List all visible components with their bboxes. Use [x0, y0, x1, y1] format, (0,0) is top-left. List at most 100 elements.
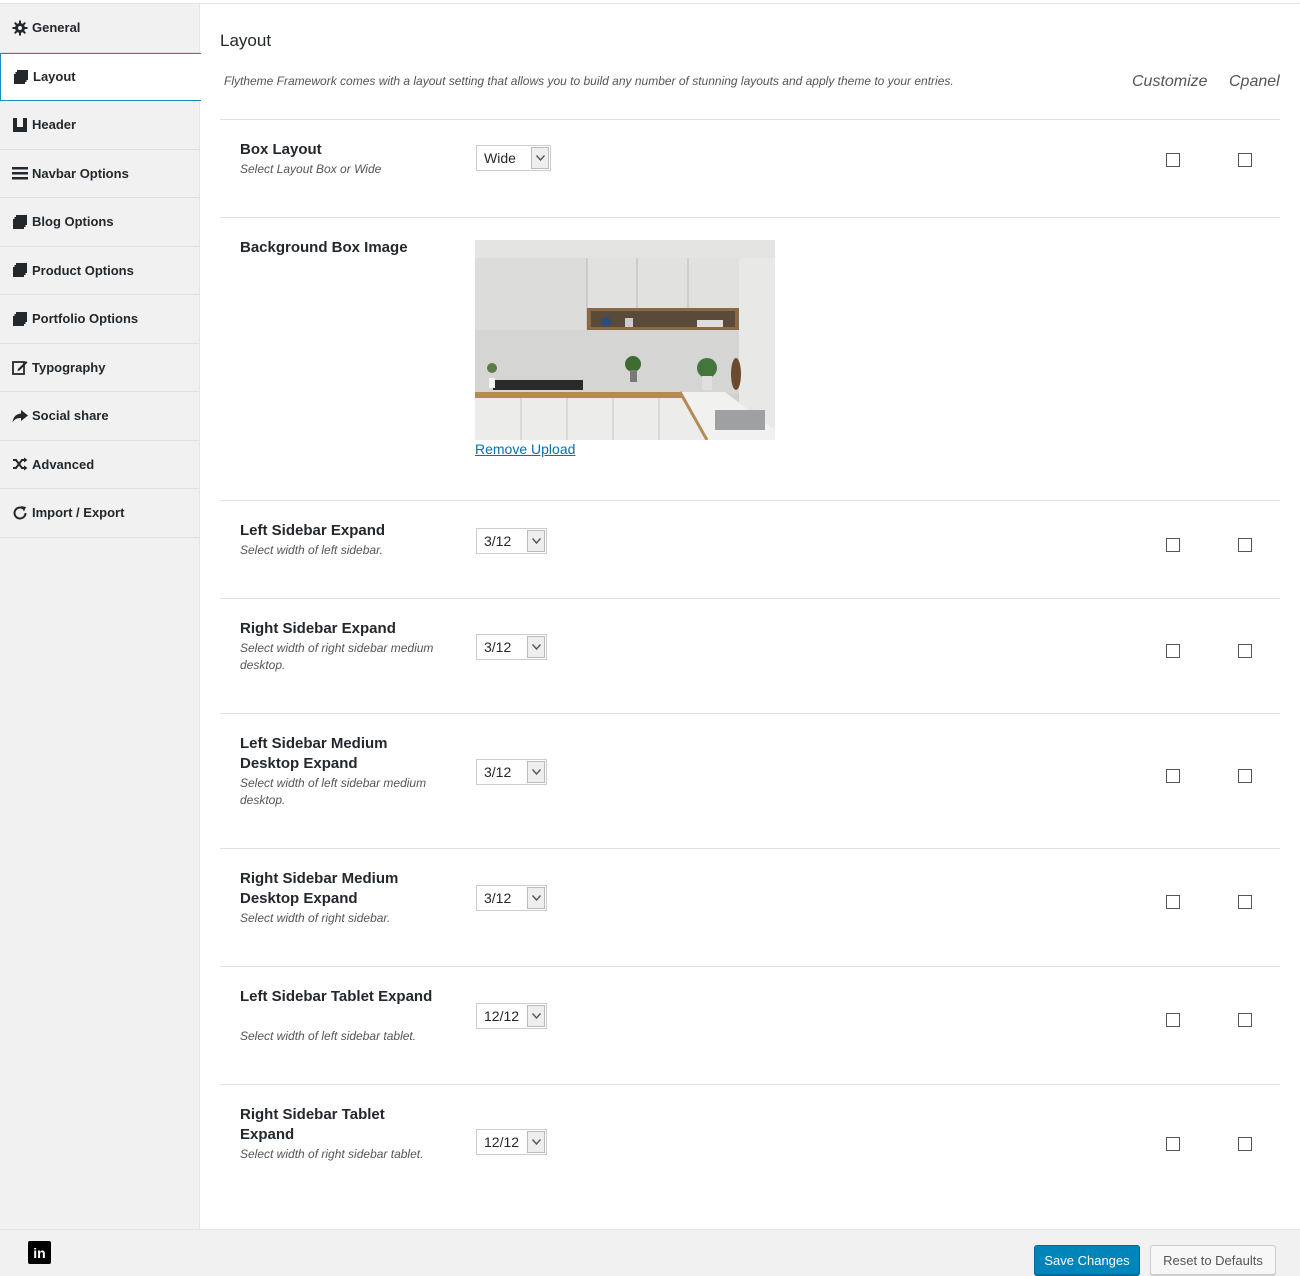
options-panel: Layout Flytheme Framework comes with a l… — [200, 4, 1300, 1229]
edit-icon — [12, 359, 28, 376]
right-sidebar-medium-desktop-select[interactable]: 3/12 — [476, 885, 547, 911]
cpanel-checkbox[interactable] — [1238, 153, 1252, 167]
sidebar-item-advanced[interactable]: Advanced — [0, 441, 199, 489]
select-value: 12/12 — [484, 1008, 520, 1024]
page-title: Layout — [220, 31, 272, 50]
cpanel-checkbox[interactable] — [1238, 538, 1252, 552]
select-value: Wide — [484, 150, 516, 166]
section-description: Flytheme Framework comes with a layout s… — [224, 74, 954, 88]
options-footer: in Save Changes Reset to Defaults — [0, 1229, 1300, 1276]
sidebar-item-label: Typography — [32, 359, 106, 375]
sidebar-item-navbar-options[interactable]: Navbar Options — [0, 150, 199, 198]
chevron-down-icon — [527, 1005, 545, 1027]
select-value: 3/12 — [484, 533, 512, 549]
field-title: Background Box Image — [240, 239, 408, 256]
field-row-left-sidebar-tablet-expand: Left Sidebar Tablet Expand Select width … — [220, 966, 1280, 1084]
customize-column-header: Customize — [1132, 73, 1208, 90]
select-value: 3/12 — [484, 764, 512, 780]
random-icon — [12, 456, 28, 472]
sidebar-item-label: Blog Options — [32, 214, 114, 230]
gear-icon — [12, 20, 28, 36]
field-description: Select width of right sidebar tablet. — [240, 1147, 424, 1161]
field-row-left-sidebar-medium-desktop-expand: Left Sidebar Medium Desktop Expand Selec… — [220, 713, 1280, 848]
left-sidebar-tablet-select[interactable]: 12/12 — [476, 1003, 547, 1029]
sidebar-item-label: Navbar Options — [32, 165, 129, 181]
customize-checkbox[interactable] — [1166, 1137, 1180, 1151]
field-description: Select Layout Box or Wide — [240, 162, 382, 176]
field-row-box-layout: Box Layout Select Layout Box or Wide Wid… — [220, 119, 1280, 217]
right-sidebar-tablet-select[interactable]: 12/12 — [476, 1129, 547, 1155]
copy-icon — [12, 214, 28, 230]
cpanel-checkbox[interactable] — [1238, 769, 1252, 783]
field-description: Select width of right sidebar. — [240, 911, 391, 925]
field-title: Left Sidebar Tablet Expand — [240, 988, 433, 1005]
field-row-background-box-image: Background Box Image Remove Upload — [220, 217, 1280, 500]
options-sidebar: General Layout Header Navbar Options Blo… — [0, 4, 201, 1229]
bars-icon — [12, 165, 28, 181]
sidebar-item-product-options[interactable]: Product Options — [0, 247, 199, 295]
sidebar-item-header[interactable]: Header — [0, 101, 199, 150]
sidebar-item-label: Header — [32, 117, 77, 133]
select-value: 12/12 — [484, 1134, 520, 1150]
chevron-down-icon — [527, 636, 545, 658]
cpanel-checkbox[interactable] — [1238, 1137, 1252, 1151]
cpanel-checkbox[interactable] — [1238, 644, 1252, 658]
left-sidebar-medium-desktop-select[interactable]: 3/12 — [476, 759, 547, 785]
field-title: Box Layout — [240, 141, 322, 158]
field-row-right-sidebar-tablet-expand: Right Sidebar Tablet Expand Select width… — [220, 1084, 1280, 1224]
customize-checkbox[interactable] — [1166, 644, 1180, 658]
background-image-preview — [475, 240, 775, 440]
box-layout-select[interactable]: Wide — [476, 145, 551, 171]
chevron-down-icon — [531, 147, 549, 169]
chevron-down-icon — [527, 761, 545, 783]
field-title: Right Sidebar Tablet Expand — [240, 1106, 385, 1143]
cpanel-checkbox[interactable] — [1238, 1013, 1252, 1027]
linkedin-icon[interactable]: in — [28, 1241, 51, 1264]
field-description: Select width of left sidebar tablet. — [240, 1029, 417, 1043]
right-sidebar-expand-select[interactable]: 3/12 — [476, 634, 547, 660]
cpanel-column-header: Cpanel — [1229, 73, 1280, 90]
field-description: Select width of left sidebar. — [240, 543, 383, 557]
cpanel-checkbox[interactable] — [1238, 895, 1252, 909]
field-row-right-sidebar-medium-desktop-expand: Right Sidebar Medium Desktop Expand Sele… — [220, 848, 1280, 966]
save-changes-button[interactable]: Save Changes — [1034, 1245, 1140, 1275]
sidebar-item-layout[interactable]: Layout — [0, 52, 201, 101]
chevron-down-icon — [527, 1131, 545, 1153]
chevron-down-icon — [527, 530, 545, 552]
refresh-icon — [12, 505, 28, 521]
field-description: Select width of left sidebar medium desk… — [240, 776, 427, 807]
sidebar-item-blog-options[interactable]: Blog Options — [0, 198, 199, 247]
sidebar-item-portfolio-options[interactable]: Portfolio Options — [0, 295, 199, 344]
sidebar-item-typography[interactable]: Typography — [0, 344, 199, 392]
field-title: Right Sidebar Expand — [240, 620, 396, 637]
sidebar-item-label: Portfolio Options — [32, 311, 139, 327]
select-value: 3/12 — [484, 890, 512, 906]
field-title: Right Sidebar Medium Desktop Expand — [240, 870, 399, 907]
customize-checkbox[interactable] — [1166, 769, 1180, 783]
sidebar-item-label: Advanced — [32, 456, 95, 472]
customize-checkbox[interactable] — [1166, 1013, 1180, 1027]
copy-icon — [12, 311, 28, 327]
sidebar-item-social-share[interactable]: Social share — [0, 392, 199, 441]
field-title: Left Sidebar Medium Desktop Expand — [240, 735, 388, 772]
customize-checkbox[interactable] — [1166, 895, 1180, 909]
sidebar-item-label: Product Options — [32, 262, 134, 278]
sidebar-item-label: Import / Export — [32, 505, 125, 521]
chevron-down-icon — [527, 887, 545, 909]
reset-to-defaults-button[interactable]: Reset to Defaults — [1150, 1245, 1276, 1275]
sidebar-item-general[interactable]: General — [0, 4, 199, 53]
sidebar-item-label: Social share — [32, 408, 109, 424]
sidebar-item-label: General — [32, 20, 81, 36]
sidebar-item-label: Layout — [33, 69, 76, 85]
field-row-left-sidebar-expand: Left Sidebar Expand Select width of left… — [220, 500, 1280, 598]
header-icon — [12, 117, 28, 133]
sidebar-item-import-export[interactable]: Import / Export — [0, 489, 199, 538]
customize-checkbox[interactable] — [1166, 538, 1180, 552]
share-icon — [12, 408, 28, 424]
remove-upload-link[interactable]: Remove Upload — [475, 441, 575, 457]
copy-icon — [13, 69, 29, 85]
field-title: Left Sidebar Expand — [240, 522, 386, 539]
left-sidebar-expand-select[interactable]: 3/12 — [476, 528, 547, 554]
copy-icon — [12, 262, 28, 278]
customize-checkbox[interactable] — [1166, 153, 1180, 167]
